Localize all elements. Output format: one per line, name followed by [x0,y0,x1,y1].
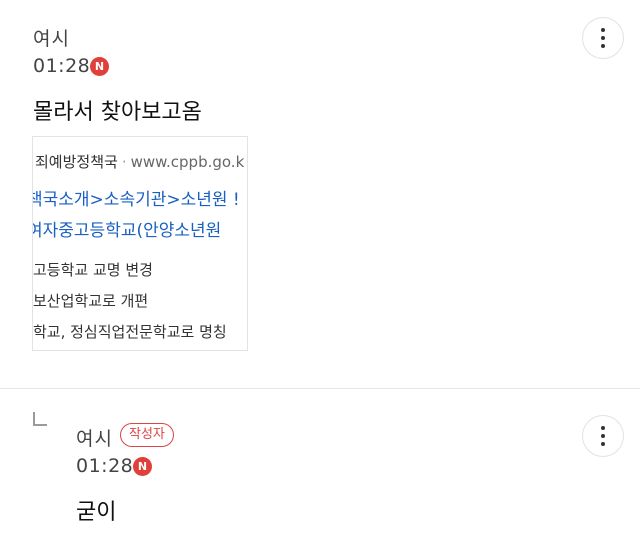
search-result-breadcrumb: 책국소개>소속기관>소년원 ! [32,190,240,210]
new-badge: N [133,457,152,476]
search-result-title: 여자중고등학교(안양소년원 [32,221,222,241]
search-result-snippet: 보산업학교로 개편 [33,292,149,310]
search-result-snippet: 학교, 정심직업전문학교로 명칭 [33,323,227,341]
reply-comment: 여시 작성자 01:28 N 굳이 [0,0,640,525]
comment-divider [0,388,640,389]
source-url: www.cppb.go.k [130,153,245,171]
author-badge: 작성자 [120,423,174,447]
comment-author[interactable]: 여시 [76,424,113,451]
comment-time: 01:28 [76,455,134,477]
search-result-snippet: 고등학교 교명 변경 [33,261,153,279]
more-vertical-icon [601,424,605,448]
reply-arrow-icon [33,412,47,426]
source-name: 죄예방정책국 [35,153,118,171]
comment-text: 굳이 [76,500,117,525]
attached-image[interactable]: 죄예방정책국 · www.cppb.go.k 책국소개>소속기관>소년원 ! 여자중… [32,136,248,351]
more-options-button[interactable] [582,415,624,457]
search-result-source: 죄예방정책국 · www.cppb.go.k [35,153,245,171]
